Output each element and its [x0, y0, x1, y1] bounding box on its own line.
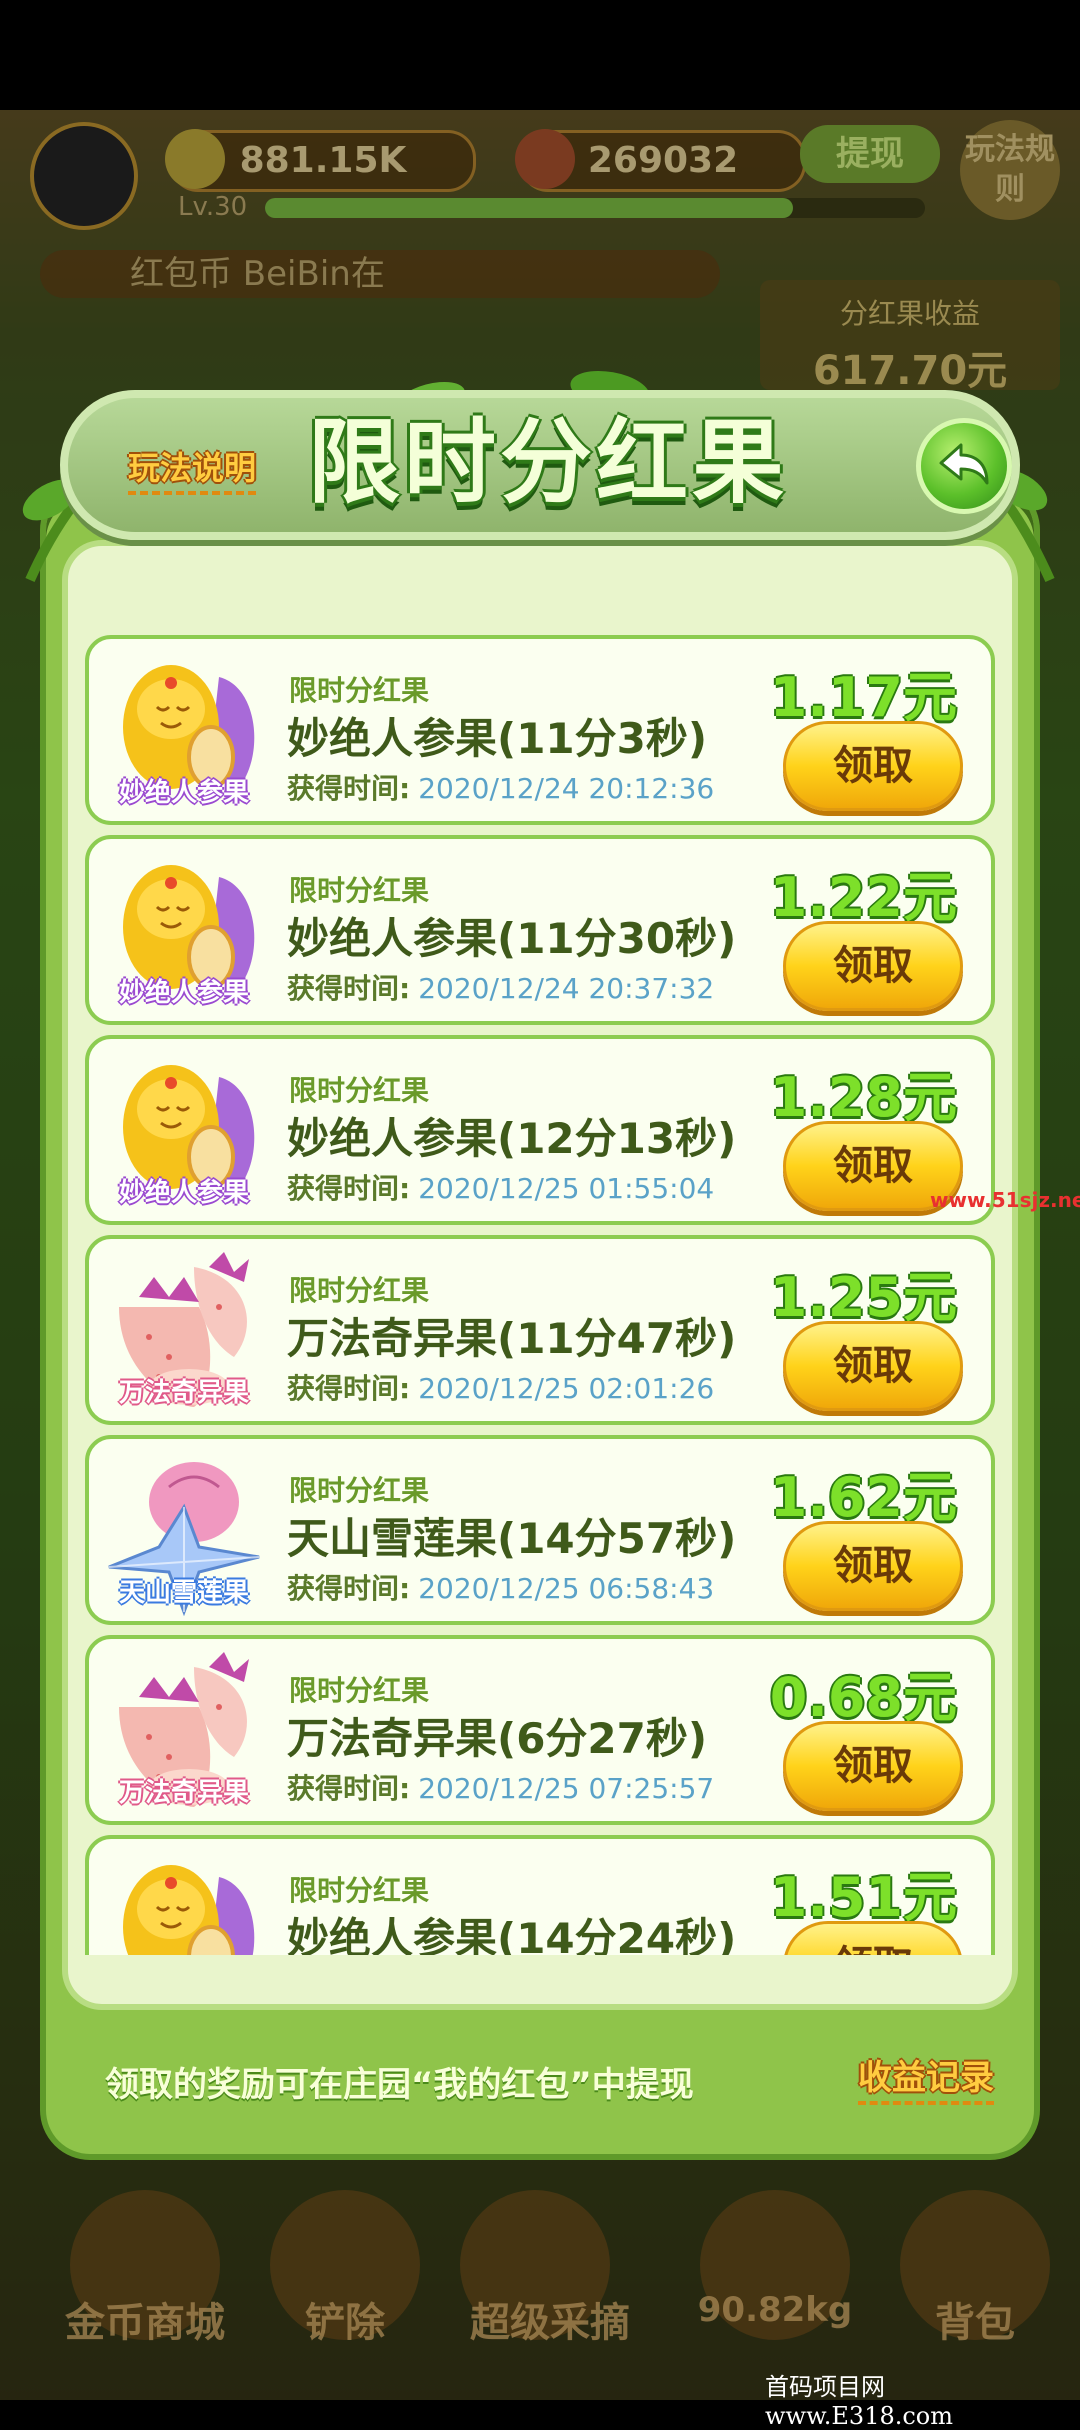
- obtain-time-label: 获得时间:: [287, 1572, 411, 1605]
- dividend-fruit-card: 天山雪莲果 限时分红果 天山雪莲果(14分57秒) 获得时间: 2020/12/2…: [85, 1435, 995, 1625]
- fruit-tag: 妙绝人参果: [118, 778, 249, 808]
- fruit-name: 妙绝人参果(12分13秒): [287, 1114, 737, 1163]
- bottom-label-mall: 金币商城: [65, 2300, 225, 2346]
- obtain-time-value: 2020/12/25 01:55:04: [418, 1172, 715, 1205]
- fruit-name: 妙绝人参果(11分30秒): [287, 914, 737, 963]
- withdraw-button[interactable]: 提现: [800, 125, 940, 183]
- game-top-bar: 881.15K 269032 提现 玩法规则 Lv.30: [0, 110, 1080, 240]
- obtain-time-label: 获得时间:: [287, 1772, 411, 1805]
- obtain-time: 获得时间: 2020/12/25 01:55:04: [287, 1167, 714, 1207]
- bottom-label-super: 超级采摘: [470, 2300, 630, 2346]
- dividend-fruit-card: 万法奇异果 限时分红果 万法奇异果(11分47秒) 获得时间: 2020/12/2…: [85, 1235, 995, 1425]
- fruit-name: 万法奇异果(11分47秒): [287, 1314, 737, 1363]
- obtain-time-label: 获得时间:: [287, 972, 411, 1005]
- obtain-time-label: 获得时间:: [287, 1172, 411, 1205]
- obtain-time-value: 2020/12/25 06:58:43: [418, 1572, 715, 1605]
- claim-button[interactable]: 领取: [783, 1921, 963, 1955]
- how-to-play-link[interactable]: 玩法说明: [128, 443, 257, 495]
- obtain-time-value: 2020/12/24 20:37:32: [418, 972, 715, 1005]
- gold-value: 881.15K: [239, 140, 407, 181]
- fruit-tag: 天山雪莲果: [118, 1578, 249, 1608]
- obtain-time-value: 2020/12/24 20:12:36: [418, 772, 715, 805]
- dividend-fruit-card: 万法奇异果 限时分红果 万法奇异果(6分27秒) 获得时间: 2020/12/25…: [85, 1635, 995, 1825]
- card-subtitle: 限时分红果: [289, 1074, 430, 1107]
- cash-value: 269032: [587, 140, 739, 181]
- level-progress: [265, 198, 925, 218]
- card-subtitle: 限时分红果: [289, 1474, 430, 1507]
- dividend-fruit-modal: 限时分红果 玩法说明 妙绝人参果 限时分红果 妙绝人参果(11分3秒) 获得时间…: [22, 370, 1055, 2160]
- fruit-name: 天山雪莲果(14分57秒): [287, 1514, 737, 1563]
- fruit-tag: 万法奇异果: [118, 1378, 249, 1408]
- obtain-time: 获得时间: 2020/12/25 02:01:26: [287, 1367, 714, 1407]
- back-button[interactable]: [916, 418, 1012, 514]
- dividend-fruit-card: 妙绝人参果 限时分红果 妙绝人参果(14分24秒) 获得时间: 1.51元 领取: [85, 1835, 995, 1955]
- claim-button[interactable]: 领取: [783, 721, 963, 811]
- fruit-name: 妙绝人参果(11分3秒): [287, 714, 708, 763]
- obtain-time: 获得时间: 2020/12/25 06:58:43: [287, 1567, 714, 1607]
- claim-button[interactable]: 领取: [783, 1321, 963, 1411]
- card-subtitle: 限时分红果: [289, 874, 430, 907]
- claim-button[interactable]: 领取: [783, 1521, 963, 1611]
- dividend-fruit-card: 妙绝人参果 限时分红果 妙绝人参果(12分13秒) 获得时间: 2020/12/2…: [85, 1035, 995, 1225]
- fruit-name: 万法奇异果(6分27秒): [287, 1714, 708, 1763]
- gold-balance: 881.15K: [165, 129, 476, 192]
- dividend-earnings-title: 分红果收益: [839, 297, 980, 330]
- dividend-fruit-list[interactable]: 妙绝人参果 限时分红果 妙绝人参果(11分3秒) 获得时间: 2020/12/24…: [85, 635, 1005, 1955]
- level-label: Lv.30: [178, 192, 248, 222]
- obtain-time: 获得时间: 2020/12/25 07:25:57: [287, 1767, 714, 1807]
- red-packet-icon: [515, 129, 575, 189]
- fruit-name: 妙绝人参果(14分24秒): [287, 1914, 737, 1955]
- card-subtitle: 限时分红果: [289, 1674, 430, 1707]
- fruit-tag: 万法奇异果: [118, 1778, 249, 1808]
- gold-coin-icon: [165, 129, 225, 189]
- claim-button[interactable]: 领取: [783, 1721, 963, 1811]
- dividend-fruit-card: 妙绝人参果 限时分红果 妙绝人参果(11分30秒) 获得时间: 2020/12/2…: [85, 835, 995, 1025]
- rules-button[interactable]: 玩法规则: [960, 120, 1060, 220]
- card-subtitle: 限时分红果: [289, 1274, 430, 1307]
- back-arrow-icon: [939, 443, 989, 485]
- withdraw-hint: 领取的奖励可在庄园“我的红包”中提现: [105, 2065, 694, 2105]
- card-subtitle: 限时分红果: [289, 1874, 430, 1907]
- side-watermark: www.51sjz.net: [930, 1188, 1080, 1212]
- status-bar: [0, 0, 1080, 110]
- announcement-ribbon: 红包币 BeiBin在: [40, 250, 720, 298]
- fruit-tag: 妙绝人参果: [118, 1178, 249, 1208]
- avatar[interactable]: [30, 122, 138, 230]
- ginseng-fruit-icon: [99, 1847, 269, 1955]
- card-subtitle: 限时分红果: [289, 674, 430, 707]
- obtain-time-label: 获得时间:: [287, 772, 411, 805]
- claim-button[interactable]: 领取: [783, 921, 963, 1011]
- earnings-record-link[interactable]: 收益记录: [858, 2050, 994, 2105]
- obtain-time-value: 2020/12/25 02:01:26: [418, 1372, 715, 1405]
- bottom-label-shovel: 铲除: [305, 2300, 385, 2346]
- bottom-label-bag: 背包: [935, 2300, 1015, 2346]
- fruit-tag: 妙绝人参果: [118, 978, 249, 1008]
- cash-balance: 269032: [515, 129, 806, 192]
- obtain-time: 获得时间: 2020/12/24 20:12:36: [287, 767, 714, 807]
- dividend-fruit-card: 妙绝人参果 限时分红果 妙绝人参果(11分3秒) 获得时间: 2020/12/24…: [85, 635, 995, 825]
- modal-header: 限时分红果 玩法说明: [60, 390, 1020, 540]
- bottom-label-weight: 90.82kg: [697, 2290, 853, 2330]
- obtain-time-label: 获得时间:: [287, 1372, 411, 1405]
- obtain-time: 获得时间: 2020/12/24 20:37:32: [287, 967, 714, 1007]
- obtain-time-value: 2020/12/25 07:25:57: [418, 1772, 715, 1805]
- corner-watermark: 首码项目网 www.E318.com: [765, 2373, 954, 2430]
